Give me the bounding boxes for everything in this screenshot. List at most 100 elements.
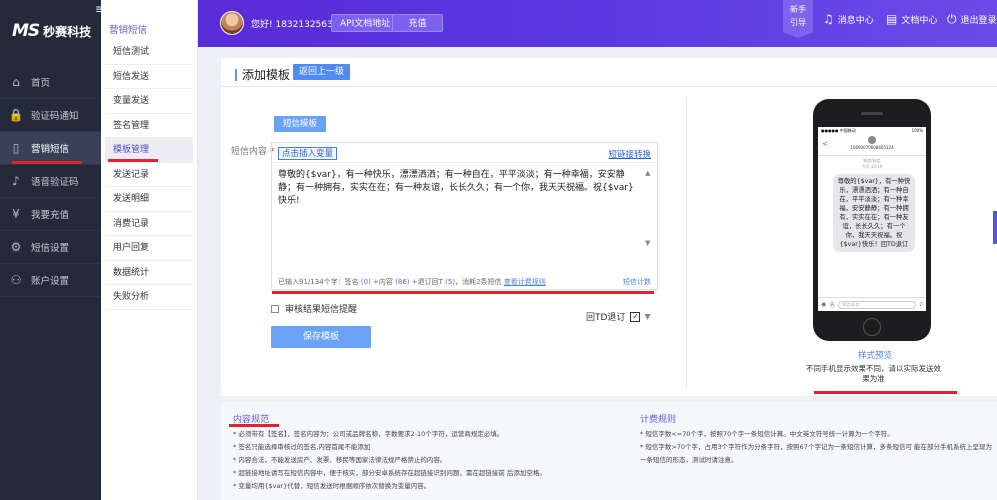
rule-item: * 超链接地址请写在短信内容中，便于核实，部分安卓系统存在超链接识别问题，需在超… xyxy=(233,469,546,477)
billing-rule-link[interactable]: 查看计费规则 xyxy=(504,278,546,286)
billing-rules-list: * 短信字数<=70个字，按照70个字一条短信计算。中文英文符号统一计算为一个字… xyxy=(640,428,992,467)
sidebar-item-label: 账户设置 xyxy=(31,276,70,287)
page-title: 添加模板 xyxy=(235,66,290,83)
avatar[interactable] xyxy=(220,11,244,35)
audit-reminder-option[interactable]: 审核结果短信提醒 xyxy=(271,302,357,315)
subnav-item[interactable]: 发送记录 xyxy=(105,163,193,187)
sidebar-item[interactable]: ⚇ 账户设置 xyxy=(0,264,101,297)
scroll-up-icon[interactable]: ▲ xyxy=(645,169,650,177)
active-nav-underline xyxy=(12,161,82,164)
sidebar-item-label: 短信设置 xyxy=(31,243,70,254)
content-label-text: 短信内容 xyxy=(231,147,268,157)
logout-link[interactable]: ⏻ 退出登录 xyxy=(947,12,997,27)
apps-icon: Ⓐ xyxy=(829,302,836,309)
editor-scrollbar[interactable]: ▲ ▼ xyxy=(644,169,654,249)
subnav-item[interactable]: 用户回复 xyxy=(105,236,193,261)
unsubscribe-label: 回TD退订 xyxy=(586,313,626,323)
sms-count-link[interactable]: 短信计数 xyxy=(623,277,651,287)
sidebar-item[interactable]: ♪ 语音验证码 xyxy=(0,165,101,198)
message-center-link[interactable]: ♫ 消息中心 xyxy=(823,12,874,26)
microphone-icon: ♪ xyxy=(12,174,20,188)
insert-variable-button[interactable]: 点击插入变量 xyxy=(278,147,338,160)
rule-item: * 签名只能选择审核过的签名,内容首尾不能添加 xyxy=(233,443,371,451)
content-label: 短信内容 * xyxy=(231,144,274,157)
sender-number: 10690070608605124 xyxy=(850,145,894,150)
subnav-item[interactable]: 短信测试 xyxy=(105,40,193,65)
audit-checkbox[interactable] xyxy=(271,304,279,313)
scroll-down-icon[interactable]: ▼ xyxy=(645,239,650,247)
subnav-item[interactable]: 发送明细 xyxy=(105,187,193,212)
main-nav: ⌂ 首页 🔒 验证码通知 ▯ 营销短信 ♪ 语音验证码 ¥ 我要充值 ⚙ 短信设置 ⚇ 账户设置 xyxy=(0,66,101,297)
message-bubble: 尊敬的{$var}，有一种快乐，漂漂洒洒；有一种自在，平平淡淡；有一种幸福，安安… xyxy=(833,174,915,252)
editor-underline xyxy=(272,291,654,294)
page-scrollbar[interactable] xyxy=(993,211,997,244)
content-editor[interactable]: 点击插入变量 短链接转换 尊敬的{$var}，有一种快乐，漂漂洒洒；有一种自在，… xyxy=(271,142,658,323)
carrier-text: ●●●●● 中国移动 xyxy=(821,128,856,133)
rule-item: * 内容合法，不能发送房产、发票、移民等国家法律法规严格禁止的内容。 xyxy=(233,456,447,464)
api-doc-button[interactable]: API文档地址 xyxy=(331,14,400,32)
phone-chat-header: < 10690070608605124 xyxy=(818,134,926,156)
sidebar-item[interactable]: ¥ 我要充值 xyxy=(0,198,101,231)
billing-rules-title: 计费规则 xyxy=(640,415,677,425)
rule-item: * 变量均用{$var}代替，短信发送时根据顺序依次替换为变量内容。 xyxy=(233,482,431,490)
wallet-icon: ¥ xyxy=(12,207,20,221)
short-link-button[interactable]: 短链接转换 xyxy=(608,148,651,160)
power-icon: ⏻ xyxy=(947,12,957,26)
document-icon: ▤ xyxy=(886,12,898,26)
sidebar-item-label: 营销短信 xyxy=(31,144,70,155)
lock-icon: 🔒 xyxy=(8,108,24,122)
template-card: 添加模板 返回上一级 短信模板 短信内容 * 点击插入变量 短链接转换 尊敬的{… xyxy=(221,58,997,396)
vertical-divider xyxy=(686,98,687,388)
content-rules-underline xyxy=(229,424,279,427)
sidebar-item-label: 我要充值 xyxy=(31,210,70,221)
phone-icon: ▯ xyxy=(12,141,20,155)
sidebar-item[interactable]: 🔒 验证码通知 xyxy=(0,99,101,132)
phone-preview: ●●●●● 中国移动 100% < 10690070608605124 短信/彩… xyxy=(813,99,931,341)
char-count-info: 已输入91/134个字：签名 (0) +内容 (86) +退订回T (5)，消耗… xyxy=(278,277,546,287)
phone-back-icon: < xyxy=(822,140,828,148)
rule-item: * 短信字数>70个字，占用3个字符作为分条字符，按照67个字记为一条短信计算，… xyxy=(640,443,993,451)
message-meta: 短信/彩信 今天 13:19 xyxy=(818,158,926,170)
doc-center-label: 文档中心 xyxy=(901,15,938,26)
battery-text: 100% xyxy=(911,128,923,133)
sidebar-item[interactable]: ⚙ 短信设置 xyxy=(0,231,101,264)
preview-caption: 样式预览 xyxy=(858,351,893,361)
mic-icon: ♪ xyxy=(919,301,923,308)
unsubscribe-checkbox[interactable]: ✓ xyxy=(630,311,641,322)
rule-item: * 短信字数<=70个字，按照70个字一条短信计算。中文英文符号统一计算为一个字… xyxy=(640,430,894,438)
subnav-item[interactable]: 消费记录 xyxy=(105,212,193,236)
logo-mark: MS xyxy=(12,21,40,41)
message-time: 今天 13:19 xyxy=(861,164,883,169)
home-icon: ⌂ xyxy=(12,75,20,89)
active-subnav-underline xyxy=(108,159,158,162)
content-textarea[interactable]: 尊敬的{$var}，有一种快乐，漂漂洒洒；有一种自在，平平淡淡；有一种幸福，安安… xyxy=(278,169,638,208)
page-title-text: 添加模板 xyxy=(242,68,291,82)
subnav-item[interactable]: 短信发送 xyxy=(105,65,193,89)
doc-center-link[interactable]: ▤ 文档中心 xyxy=(886,12,937,26)
info-unsub: +退订回T xyxy=(411,278,443,286)
sidebar-item-label: 首页 xyxy=(31,78,51,89)
subnav-item[interactable]: 变量发送 xyxy=(105,89,193,114)
sub-sidebar: 营销短信 短信测试 短信发送 变量发送 签名管理 模板管理 发送记录 发送明细 消费记录 用户回… xyxy=(101,0,198,500)
sidebar-item-label: 语音验证码 xyxy=(31,177,79,188)
sub-sidebar-title: 营销短信 xyxy=(109,25,148,36)
save-template-button[interactable]: 保存模板 xyxy=(271,326,371,348)
subnav-item[interactable]: 数据统计 xyxy=(105,261,193,285)
sidebar-item[interactable]: ⌂ 首页 xyxy=(0,66,101,99)
subnav-item[interactable]: 失败分析 xyxy=(105,285,193,310)
phone-screen: ●●●●● 中国移动 100% < 10690070608605124 短信/彩… xyxy=(818,127,926,311)
unsubscribe-option[interactable]: 回TD退订 ✓ ▼ xyxy=(586,310,651,323)
newbie-guide-button[interactable]: 新手 引导 xyxy=(783,0,813,38)
subnav-item[interactable]: 签名管理 xyxy=(105,114,193,138)
back-button[interactable]: 返回上一级 xyxy=(293,64,351,80)
content-rules-list: * 必须带有【签名】，签名内容为：公司或品牌名称，字数要求2-10个字符，运营商… xyxy=(233,428,546,493)
phone-speaker xyxy=(861,112,883,115)
unsubscribe-dropdown-icon[interactable]: ▼ xyxy=(644,312,650,321)
sms-template-button[interactable]: 短信模板 xyxy=(274,116,327,132)
info-prefix: 已输入 xyxy=(278,278,299,286)
title-divider xyxy=(221,86,997,87)
preview-note: 不同手机显示效果不同，请以实际发送效果为准 xyxy=(806,364,941,383)
recharge-button[interactable]: 充值 xyxy=(392,14,443,32)
main-sidebar: MS 秒赛科技 ⌂ 首页 🔒 验证码通知 ▯ 营销短信 ♪ 语音验证码 ¥ 我要充值 ⚙ 短信设置 ⚇ 账… xyxy=(0,0,101,500)
info-tail: ，消耗 xyxy=(455,278,477,286)
